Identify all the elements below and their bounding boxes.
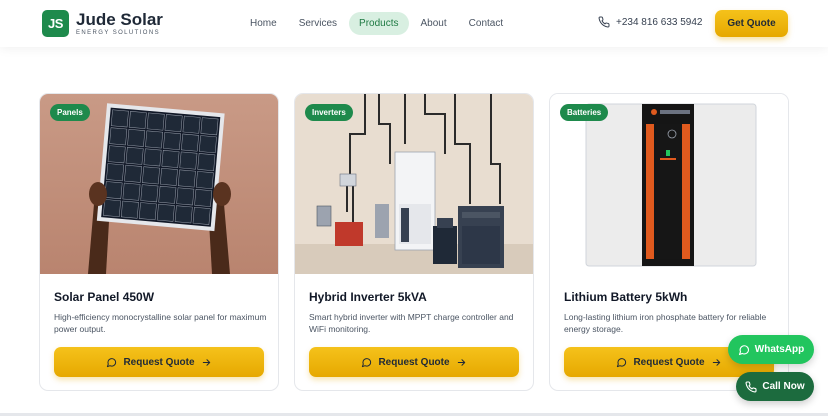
whatsapp-label: WhatsApp: [754, 344, 805, 355]
chat-bubble-icon: [362, 357, 372, 367]
product-card-inverter: Inverters Hybrid Inverter 5kVA Smart hyb…: [294, 93, 534, 391]
whatsapp-button[interactable]: WhatsApp: [728, 335, 814, 364]
nav-contact[interactable]: Contact: [459, 12, 513, 35]
nav-home[interactable]: Home: [240, 12, 287, 35]
product-description: Long-lasting lithium iron phosphate batt…: [564, 312, 767, 334]
nav-products[interactable]: Products: [349, 12, 409, 35]
product-description: High-efficiency monocrystalline solar pa…: [54, 312, 267, 334]
call-now-button[interactable]: Call Now: [736, 372, 814, 401]
call-now-label: Call Now: [762, 381, 805, 392]
solar-panel-image: [40, 94, 278, 274]
nav-services[interactable]: Services: [289, 12, 347, 35]
phone-icon: [745, 380, 757, 392]
product-title: Lithium Battery 5kWh: [564, 290, 688, 304]
phone-icon: [598, 16, 610, 28]
main-nav: Home Services Products About Contact: [240, 12, 515, 35]
product-description: Smart hybrid inverter with MPPT charge c…: [309, 312, 514, 334]
category-badge: Panels: [50, 104, 90, 121]
logo-mark: JS: [42, 10, 69, 37]
request-quote-button[interactable]: Request Quote: [309, 347, 519, 377]
request-quote-label: Request Quote: [633, 356, 705, 368]
nav-about[interactable]: About: [411, 12, 457, 35]
brand-name: Jude Solar: [76, 10, 163, 29]
battery-image: [550, 94, 788, 274]
request-quote-label: Request Quote: [123, 356, 195, 368]
product-card-solar-panel: Panels Solar Panel 450W High-efficiency …: [39, 93, 279, 391]
request-quote-button[interactable]: Request Quote: [54, 347, 264, 377]
header-phone[interactable]: +234 816 633 5942: [598, 16, 702, 28]
category-badge: Batteries: [560, 104, 609, 121]
product-title: Hybrid Inverter 5kVA: [309, 290, 427, 304]
brand-tagline: ENERGY SOLUTIONS: [76, 30, 160, 36]
whatsapp-icon: [738, 344, 749, 355]
phone-number: +234 816 633 5942: [616, 16, 703, 28]
get-quote-button[interactable]: Get Quote: [715, 10, 788, 37]
arrow-right-icon: [712, 358, 720, 366]
arrow-right-icon: [457, 358, 465, 366]
category-badge: Inverters: [305, 104, 353, 121]
chat-bubble-icon: [617, 357, 627, 367]
product-title: Solar Panel 450W: [54, 290, 155, 304]
site-header: JS Jude Solar ENERGY SOLUTIONS Home Serv…: [0, 0, 828, 47]
inverter-image: [295, 94, 533, 274]
logo[interactable]: JS Jude Solar ENERGY SOLUTIONS: [42, 10, 163, 37]
chat-bubble-icon: [107, 357, 117, 367]
arrow-right-icon: [202, 358, 210, 366]
request-quote-label: Request Quote: [378, 356, 450, 368]
